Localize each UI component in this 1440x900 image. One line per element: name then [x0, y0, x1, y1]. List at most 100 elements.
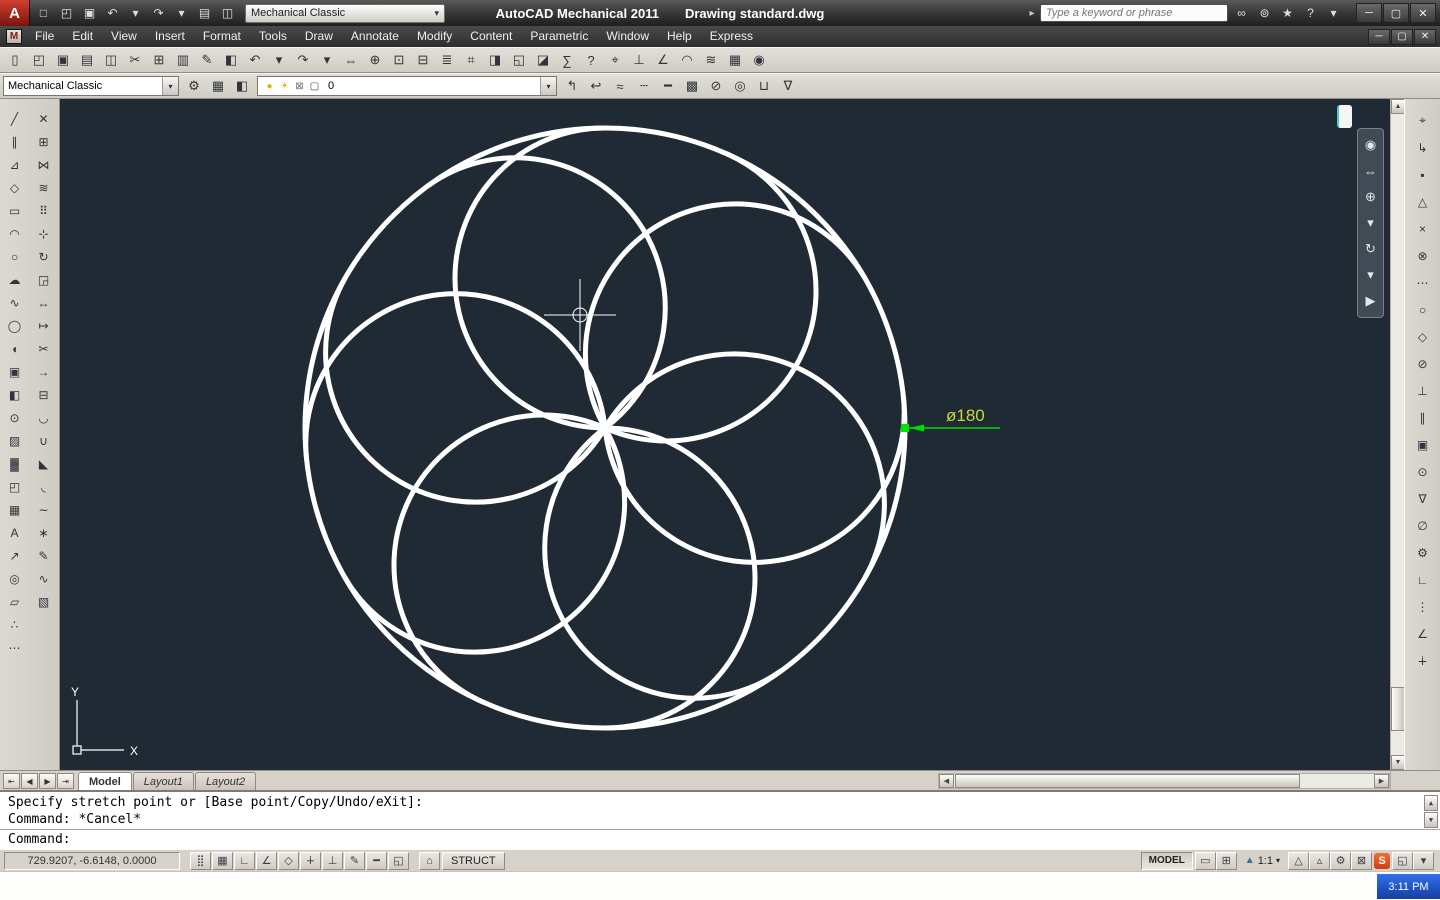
- help-icon[interactable]: ?: [1299, 3, 1322, 23]
- undo-dropdown-icon[interactable]: ▾: [124, 3, 147, 23]
- layer-on-bulb-icon[interactable]: ●: [262, 81, 277, 92]
- construction-line-icon[interactable]: ∥: [3, 130, 27, 153]
- ellipse-arc-icon[interactable]: ◖: [3, 337, 27, 360]
- table-icon[interactable]: ▦: [3, 498, 27, 521]
- erase-icon[interactable]: ✕: [32, 107, 56, 130]
- explode-icon[interactable]: ∗: [32, 521, 56, 544]
- command-scroll-down-icon[interactable]: ▼: [1424, 812, 1438, 828]
- tool-palettes-icon[interactable]: ◨: [483, 49, 507, 71]
- clean-screen-icon[interactable]: ◱: [1392, 852, 1413, 870]
- lineweight-control-icon[interactable]: ━: [656, 75, 680, 97]
- snap-nearest-icon[interactable]: ∇: [1410, 485, 1436, 512]
- arc-dimension-icon[interactable]: ◠: [675, 49, 699, 71]
- snap-parallel-icon[interactable]: ∥: [1410, 404, 1436, 431]
- designcenter-icon[interactable]: ⌗: [459, 49, 483, 71]
- markup-set-manager-icon[interactable]: ◪: [531, 49, 555, 71]
- array-icon[interactable]: ⠿: [32, 199, 56, 222]
- doc-close-button[interactable]: ✕: [1414, 29, 1436, 45]
- tab-model[interactable]: Model: [78, 772, 132, 790]
- mechanical-badge-icon[interactable]: M: [6, 29, 22, 44]
- measure-icon[interactable]: ⋯: [3, 636, 27, 659]
- undo-dropdown-icon[interactable]: ▾: [267, 49, 291, 71]
- menu-view[interactable]: View: [102, 26, 146, 47]
- coordinates-display[interactable]: 729.9207, -6.6148, 0.0000: [4, 852, 180, 870]
- multiline-text-icon[interactable]: A: [3, 521, 27, 544]
- scroll-up-icon[interactable]: ▲: [1391, 99, 1405, 114]
- detail-view-icon[interactable]: ◉: [747, 49, 771, 71]
- polar-icon[interactable]: ∠: [1410, 620, 1436, 647]
- help-icon[interactable]: ?: [579, 49, 603, 71]
- doc-restore-button[interactable]: ▢: [1391, 29, 1413, 45]
- region-icon[interactable]: ◰: [3, 475, 27, 498]
- chamfer-icon[interactable]: ◣: [32, 452, 56, 475]
- snap-endpoint-icon[interactable]: ▪: [1410, 161, 1436, 188]
- snap-perpendicular-icon[interactable]: ⊥: [1410, 377, 1436, 404]
- save-icon[interactable]: ▣: [51, 49, 75, 71]
- tab-layout2[interactable]: Layout2: [195, 772, 256, 790]
- match-layer-icon[interactable]: ≈: [608, 75, 632, 97]
- tabs-last-button[interactable]: ⇥: [57, 773, 74, 789]
- hatch-icon[interactable]: ▨: [3, 429, 27, 452]
- rectangle-icon[interactable]: ▭: [3, 199, 27, 222]
- quickcalc-icon[interactable]: ∑: [555, 49, 579, 71]
- snap-apparent-intersection-icon[interactable]: ⊗: [1410, 242, 1436, 269]
- application-menu-button[interactable]: A: [0, 0, 30, 26]
- undo-icon[interactable]: ↶: [101, 3, 124, 23]
- snap-none-icon[interactable]: ∅: [1410, 512, 1436, 539]
- temporary-track-point-icon[interactable]: ⌖: [1410, 107, 1436, 134]
- command-input[interactable]: Command:: [0, 830, 1440, 849]
- pan-icon[interactable]: ⇔: [339, 49, 363, 71]
- layer-previous-icon[interactable]: ↩: [584, 75, 608, 97]
- snap-midpoint-icon[interactable]: △: [1410, 188, 1436, 215]
- power-dimension-icon[interactable]: ⌖: [603, 49, 627, 71]
- menu-annotate[interactable]: Annotate: [342, 26, 408, 47]
- open-file-icon[interactable]: ◰: [55, 3, 78, 23]
- extend-icon[interactable]: →: [32, 360, 56, 383]
- redo-dropdown-icon[interactable]: ▾: [170, 3, 193, 23]
- orbit-icon[interactable]: ↻: [1359, 236, 1382, 262]
- copy-icon[interactable]: ⊞: [32, 130, 56, 153]
- tabs-next-button[interactable]: ▶: [39, 773, 56, 789]
- make-block-icon[interactable]: ◧: [3, 383, 27, 406]
- taskbar-clock[interactable]: 3:11 PM: [1377, 874, 1440, 899]
- divide-icon[interactable]: ∴: [3, 613, 27, 636]
- paste-icon[interactable]: ▥: [171, 49, 195, 71]
- struct-toggle-button[interactable]: STRUCT: [442, 852, 505, 870]
- search-input[interactable]: [1040, 4, 1228, 22]
- qnew-icon[interactable]: ▯: [3, 49, 27, 71]
- chevron-down-icon[interactable]: ▾: [162, 77, 178, 95]
- isolate-objects-icon[interactable]: ◎: [728, 75, 752, 97]
- model-space-canvas[interactable]: ø180 Y X ◉⇔⊕▾↻▾▶: [60, 99, 1390, 770]
- break-at-point-icon[interactable]: ⊟: [32, 383, 56, 406]
- menu-draw[interactable]: Draw: [296, 26, 342, 47]
- break-icon[interactable]: ◡: [32, 406, 56, 429]
- plot-preview-icon[interactable]: ◫: [216, 3, 239, 23]
- spline-icon[interactable]: ∿: [3, 291, 27, 314]
- search-icon[interactable]: ∞: [1230, 3, 1253, 23]
- ortho-mode-toggle[interactable]: ∟: [234, 852, 255, 870]
- annotation-visibility-icon[interactable]: △: [1288, 852, 1309, 870]
- layer-manager-icon[interactable]: ◧: [230, 75, 254, 97]
- favorites-icon[interactable]: ★: [1276, 3, 1299, 23]
- toolbar-lock-icon[interactable]: ⊠: [1351, 852, 1372, 870]
- snap-node-icon[interactable]: ⊙: [1410, 458, 1436, 485]
- close-button[interactable]: ✕: [1410, 3, 1436, 23]
- doc-minimize-button[interactable]: ─: [1368, 29, 1390, 45]
- plot-preview-icon[interactable]: ◫: [99, 49, 123, 71]
- polyline-edit-icon[interactable]: ✎: [32, 544, 56, 567]
- quick-view-layouts-icon[interactable]: ▭: [1195, 852, 1216, 870]
- new-file-icon[interactable]: □: [32, 3, 55, 23]
- command-scroll-up-icon[interactable]: ▲: [1424, 795, 1438, 811]
- scroll-down-icon[interactable]: ▼: [1391, 755, 1405, 770]
- vertical-scrollbar[interactable]: ▲ ▼: [1390, 99, 1404, 770]
- dimension-text[interactable]: ø180: [946, 406, 985, 425]
- redo-icon[interactable]: ↷: [147, 3, 170, 23]
- redo-icon[interactable]: ↷: [291, 49, 315, 71]
- power-edit-icon[interactable]: ⊥: [627, 49, 651, 71]
- polyline-icon[interactable]: ⊿: [3, 153, 27, 176]
- snap-extension-icon[interactable]: ⋯: [1410, 269, 1436, 296]
- scroll-left-icon[interactable]: ◀: [939, 774, 954, 788]
- annotation-scale-control[interactable]: ▲ 1:1 ▾: [1239, 852, 1286, 870]
- revision-cloud-icon[interactable]: ☁: [3, 268, 27, 291]
- snap-quadrant-icon[interactable]: ◇: [1410, 323, 1436, 350]
